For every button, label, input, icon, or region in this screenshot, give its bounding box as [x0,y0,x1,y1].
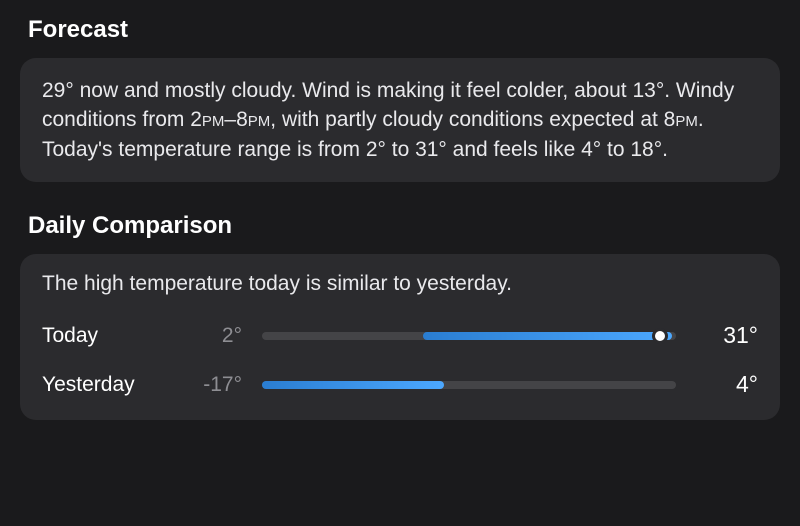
row-high-yesterday: 4° [696,371,758,398]
forecast-card: 29° now and mostly cloudy. Wind is makin… [20,58,780,182]
forecast-title: Forecast [28,16,780,44]
row-high-today: 31° [696,322,758,349]
comparison-summary: The high temperature today is similar to… [42,272,758,296]
temperature-bar-fill-yesterday [262,381,444,389]
forecast-fragment: , with partly cloudy conditions expected… [270,108,675,131]
time-suffix: PM [202,108,225,131]
temperature-bar-fill-today [423,332,671,340]
comparison-row-today: Today 2° 31° [42,322,758,349]
comparison-row-yesterday: Yesterday -17° 4° [42,371,758,398]
forecast-section: Forecast 29° now and mostly cloudy. Wind… [20,16,780,182]
row-label-today: Today [42,324,182,348]
daily-comparison-section: Daily Comparison The high temperature to… [20,212,780,420]
temperature-bar-yesterday [262,381,676,389]
time-suffix: PM [248,108,271,131]
daily-comparison-title: Daily Comparison [28,212,780,240]
row-low-yesterday: -17° [182,373,242,397]
current-temperature-dot [652,328,668,344]
forecast-text: 29° now and mostly cloudy. Wind is makin… [42,76,758,164]
temperature-bar-today [262,332,676,340]
row-label-yesterday: Yesterday [42,373,182,397]
time-suffix: PM [675,108,698,131]
daily-comparison-card: The high temperature today is similar to… [20,254,780,420]
row-low-today: 2° [182,324,242,348]
forecast-fragment: –8 [224,108,247,131]
